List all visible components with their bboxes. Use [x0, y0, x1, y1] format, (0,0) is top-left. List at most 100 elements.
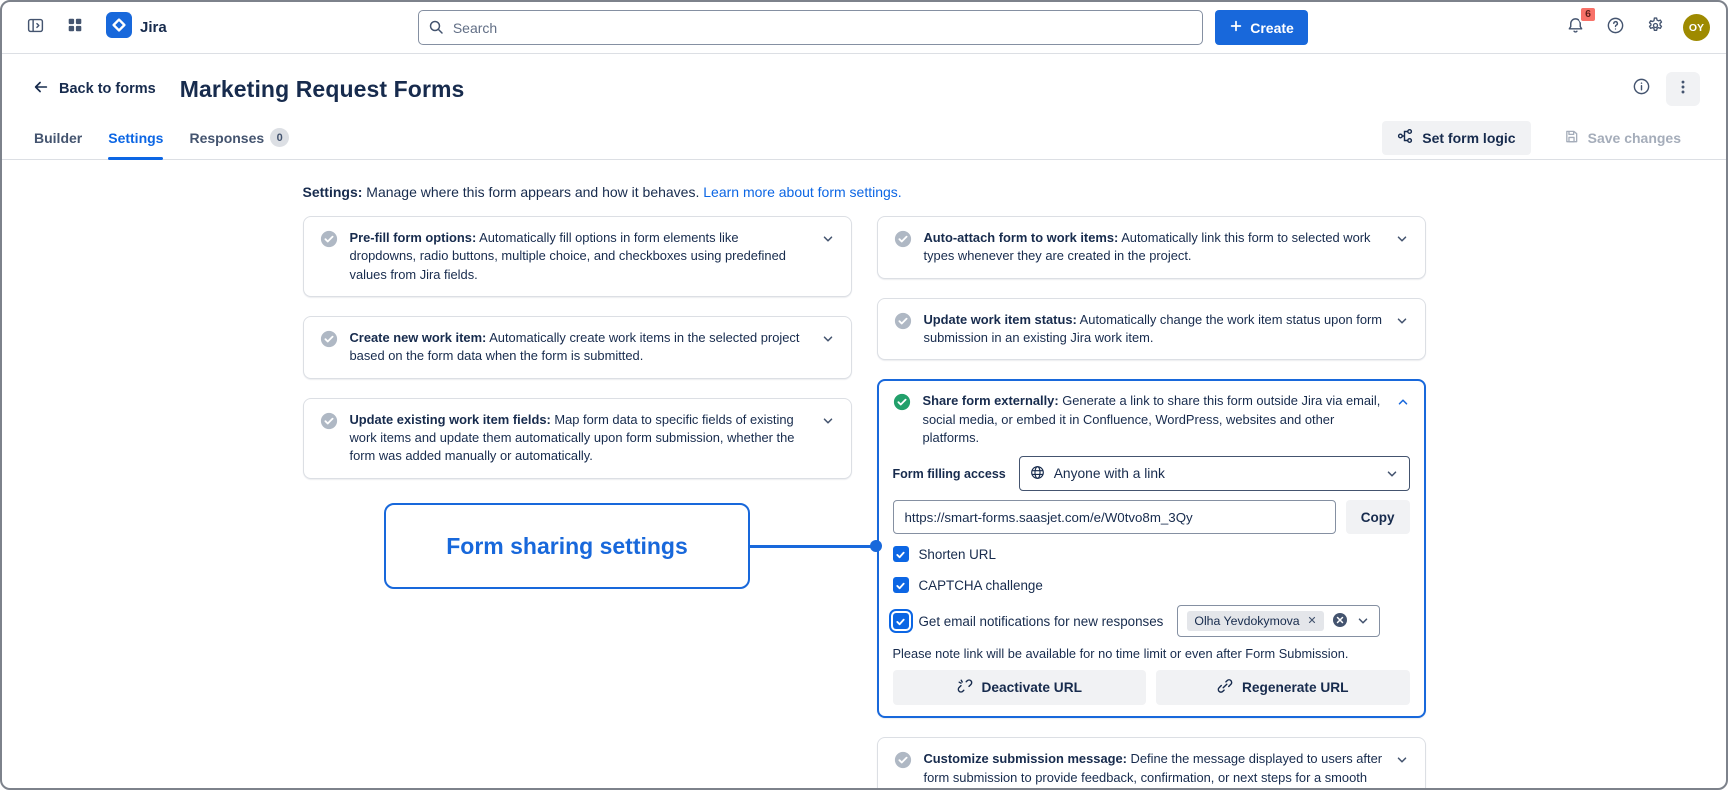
- email-notifications-label: Get email notifications for new response…: [919, 614, 1164, 629]
- tab-builder[interactable]: Builder: [34, 116, 82, 159]
- chevron-down-icon[interactable]: [821, 332, 835, 351]
- tab-responses-label: Responses: [189, 130, 264, 146]
- clear-all-icon[interactable]: [1332, 612, 1348, 631]
- app-grid-icon: [66, 16, 84, 39]
- recipient-tag-label: Olha Yevdokymova: [1194, 614, 1299, 628]
- tab-responses[interactable]: Responses 0: [189, 116, 289, 159]
- tabs: Builder Settings Responses 0: [34, 116, 289, 159]
- chevron-down-icon: [1356, 614, 1370, 631]
- set-form-logic-label: Set form logic: [1422, 130, 1515, 146]
- card-title: Update work item status:: [924, 312, 1077, 327]
- card-text: Pre-fill form options: Automatically fil…: [350, 229, 809, 284]
- share-card-header[interactable]: Share form externally: Generate a link t…: [893, 392, 1410, 447]
- regenerate-url-label: Regenerate URL: [1242, 680, 1349, 695]
- copy-url-button[interactable]: Copy: [1346, 500, 1410, 534]
- chevron-down-icon: [1385, 467, 1399, 484]
- card-title: Pre-fill form options:: [350, 230, 477, 245]
- email-notifications-checkbox[interactable]: [893, 613, 909, 629]
- info-icon: [1632, 77, 1651, 101]
- notifications-button[interactable]: 6: [1559, 11, 1593, 45]
- captcha-label: CAPTCHA challenge: [919, 578, 1043, 593]
- save-changes-button[interactable]: Save changes: [1549, 121, 1696, 155]
- search-input[interactable]: [418, 10, 1203, 45]
- annotation-callout: Form sharing settings: [384, 503, 750, 589]
- tab-settings[interactable]: Settings: [108, 116, 163, 159]
- card-create-work-item[interactable]: Create new work item: Automatically crea…: [303, 316, 852, 379]
- set-form-logic-button[interactable]: Set form logic: [1382, 121, 1530, 155]
- card-text: Customize submission message: Define the…: [924, 750, 1383, 790]
- user-avatar[interactable]: OY: [1683, 14, 1710, 41]
- email-notifications-row: Get email notifications for new response…: [893, 605, 1410, 637]
- settings-button[interactable]: [1639, 11, 1673, 45]
- chevron-down-icon[interactable]: [1395, 753, 1409, 772]
- back-arrow-icon: [32, 78, 50, 100]
- card-title: Share form externally:: [923, 393, 1059, 408]
- sidebar-toggle-icon: [26, 16, 45, 40]
- deactivate-url-button[interactable]: Deactivate URL: [893, 670, 1147, 705]
- more-actions-button[interactable]: [1666, 72, 1700, 106]
- chevron-down-icon[interactable]: [821, 414, 835, 433]
- card-update-status[interactable]: Update work item status: Automatically c…: [877, 298, 1426, 361]
- tab-settings-label: Settings: [108, 130, 163, 146]
- learn-more-link[interactable]: Learn more about form settings.: [703, 184, 901, 200]
- globe-icon: [1030, 465, 1045, 483]
- tab-actions: Set form logic Save changes: [1382, 121, 1696, 155]
- annotation-label: Form sharing settings: [446, 533, 688, 560]
- header-actions: [1624, 72, 1700, 106]
- tab-builder-label: Builder: [34, 130, 82, 146]
- card-customize-message[interactable]: Customize submission message: Define the…: [877, 737, 1426, 790]
- jira-home-link[interactable]: Jira: [106, 12, 167, 43]
- responses-count-badge: 0: [270, 128, 289, 147]
- access-select-value: Anyone with a link: [1054, 466, 1165, 481]
- create-button-label: Create: [1250, 20, 1294, 36]
- app-name: Jira: [140, 19, 167, 36]
- form-filling-access-label: Form filling access: [893, 467, 1006, 481]
- card-update-existing-fields[interactable]: Update existing work item fields: Map fo…: [303, 398, 852, 479]
- navbar-center-group: Create: [418, 10, 1308, 45]
- create-button[interactable]: Create: [1215, 10, 1308, 45]
- settings-content: Settings: Manage where this form appears…: [2, 160, 1726, 790]
- page-header: Back to forms Marketing Request Forms: [2, 54, 1726, 110]
- branch-icon: [1397, 128, 1413, 147]
- chevron-up-icon[interactable]: [1396, 395, 1410, 414]
- card-text: Share form externally: Generate a link t…: [923, 392, 1384, 447]
- card-auto-attach[interactable]: Auto-attach form to work items: Automati…: [877, 216, 1426, 279]
- captcha-checkbox[interactable]: [893, 577, 909, 593]
- check-circle-icon: [320, 330, 338, 353]
- link-icon: [1217, 678, 1233, 697]
- shorten-url-label: Shorten URL: [919, 547, 996, 562]
- form-filling-access-row: Form filling access Anyone with a link: [893, 456, 1410, 491]
- app-switcher-button[interactable]: [58, 11, 92, 45]
- settings-column-right: Auto-attach form to work items: Automati…: [877, 216, 1426, 790]
- settings-intro: Settings: Manage where this form appears…: [303, 184, 1426, 200]
- notification-recipients-select[interactable]: Olha Yevdokymova: [1177, 605, 1379, 637]
- tag-remove-icon[interactable]: [1307, 614, 1317, 628]
- settings-column-left: Pre-fill form options: Automatically fil…: [303, 216, 852, 479]
- search-field: [418, 10, 1203, 45]
- app-window: Jira Create 6: [0, 0, 1728, 790]
- sidebar-toggle-button[interactable]: [18, 11, 52, 45]
- card-share-externally: Share form externally: Generate a link t…: [877, 379, 1426, 718]
- help-icon: [1606, 16, 1625, 40]
- chevron-down-icon[interactable]: [821, 232, 835, 251]
- chevron-down-icon[interactable]: [1395, 314, 1409, 333]
- help-button[interactable]: [1599, 11, 1633, 45]
- regenerate-url-button[interactable]: Regenerate URL: [1156, 670, 1410, 705]
- intro-text: Manage where this form appears and how i…: [366, 184, 699, 200]
- shorten-url-row: Shorten URL: [893, 543, 1410, 565]
- shorten-url-checkbox[interactable]: [893, 546, 909, 562]
- tab-bar: Builder Settings Responses 0 Set form lo…: [2, 116, 1726, 160]
- form-info-button[interactable]: [1624, 72, 1658, 106]
- card-title: Auto-attach form to work items:: [924, 230, 1119, 245]
- page-title: Marketing Request Forms: [180, 76, 465, 103]
- card-text: Update existing work item fields: Map fo…: [350, 411, 809, 466]
- share-url-input[interactable]: [893, 500, 1336, 534]
- card-title: Create new work item:: [350, 330, 487, 345]
- card-prefill-options[interactable]: Pre-fill form options: Automatically fil…: [303, 216, 852, 297]
- gear-icon: [1646, 16, 1665, 40]
- check-circle-green-icon: [893, 393, 911, 416]
- back-to-forms-link[interactable]: Back to forms: [32, 78, 156, 100]
- access-select[interactable]: Anyone with a link: [1019, 456, 1410, 491]
- chevron-down-icon[interactable]: [1395, 232, 1409, 251]
- link-availability-note: Please note link will be available for n…: [893, 646, 1410, 661]
